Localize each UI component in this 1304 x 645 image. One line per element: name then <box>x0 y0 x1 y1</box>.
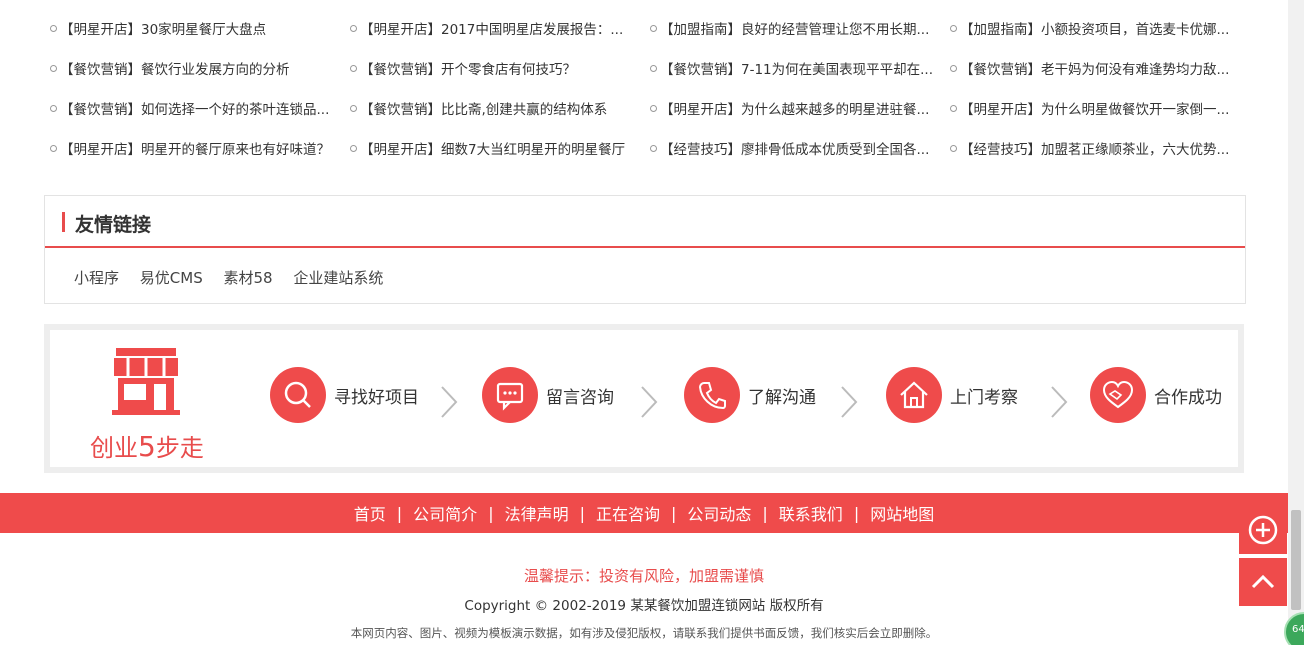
news-link[interactable]: 【明星开店】细数7大当红明星开的明星餐厅 <box>350 138 640 160</box>
news-link[interactable]: 【加盟指南】良好的经营管理让您不用长期... <box>650 18 940 40</box>
news-link[interactable]: 【明星开店】为什么越来越多的明星进驻餐... <box>650 98 940 120</box>
speed-badge[interactable]: 64 <box>1284 612 1304 645</box>
chevron-right-icon <box>441 386 458 418</box>
footer-link-legal[interactable]: 法律声明 <box>494 501 580 525</box>
friend-link[interactable]: 企业建站系统 <box>293 269 383 287</box>
float-add-button[interactable] <box>1239 506 1287 554</box>
friend-link[interactable]: 素材58 <box>224 269 273 287</box>
news-link[interactable]: 【餐饮营销】如何选择一个好的茶叶连锁品... <box>50 98 340 120</box>
news-row: 【餐饮营销】餐饮行业发展方向的分析 【餐饮营销】开个零食店有何技巧？ 【餐饮营销… <box>50 44 1240 84</box>
brand-suffix: 步走 <box>155 434 204 462</box>
handshake-icon <box>1090 367 1146 423</box>
disclaimer-text: 本网页内容、图片、视频为模板演示数据，如有涉及侵犯版权，请联系我们提供书面反馈，… <box>350 626 938 640</box>
back-to-top-button[interactable] <box>1239 558 1287 606</box>
news-row: 【餐饮营销】如何选择一个好的茶叶连锁品... 【餐饮营销】比比斋,创建共赢的结构… <box>50 84 1240 124</box>
brand-prefix: 创业 <box>90 434 138 462</box>
step-label: 留言咨询 <box>546 388 614 408</box>
news-link[interactable]: 【餐饮营销】比比斋,创建共赢的结构体系 <box>350 98 640 120</box>
footer-link-home[interactable]: 首页 <box>343 501 397 525</box>
news-row: 【明星开店】明星开的餐厅原来也有好味道？ 【明星开店】细数7大当红明星开的明星餐… <box>50 124 1240 164</box>
shop-icon <box>112 348 180 415</box>
news-row: 【明星开店】30家明星餐厅大盘点 【明星开店】2017中国明星店发展报告：...… <box>50 4 1240 44</box>
news-link[interactable]: 【餐饮营销】开个零食店有何技巧？ <box>350 58 640 80</box>
news-link[interactable]: 【餐饮营销】老干妈为何没有难逢势均力敌... <box>950 58 1240 80</box>
footer-link-news[interactable]: 公司动态 <box>676 501 762 525</box>
startup-steps-panel: 创业5步走 寻找好项目 留言咨询 了解沟通 上门考察 合作成功 <box>44 324 1244 473</box>
step-label: 了解沟通 <box>748 388 816 408</box>
news-link[interactable]: 【明星开店】30家明星餐厅大盘点 <box>50 18 340 40</box>
phone-icon <box>684 367 740 423</box>
friend-links-title: 友情链接 <box>75 214 152 236</box>
scrollbar-thumb[interactable] <box>1291 510 1301 610</box>
steps-brand-title: 创业5步走 <box>90 428 204 463</box>
brand-number: 5 <box>138 430 156 463</box>
news-link[interactable]: 【加盟指南】小额投资项目，首选麦卡优娜... <box>950 18 1240 40</box>
footer-link-sitemap[interactable]: 网站地图 <box>859 501 945 525</box>
risk-tip: 温馨提示：投资有风险，加盟需谨慎 <box>523 567 764 585</box>
news-link[interactable]: 【明星开店】明星开的餐厅原来也有好味道？ <box>50 138 340 160</box>
news-link[interactable]: 【明星开店】2017中国明星店发展报告：... <box>350 18 640 40</box>
footer-nav: 首页 | 公司简介 | 法律声明 | 正在咨询 | 公司动态 | 联系我们 | 网站地图 <box>0 493 1288 533</box>
chevron-right-icon <box>1051 386 1068 418</box>
page-scrollbar[interactable] <box>1288 0 1304 645</box>
chevron-right-icon <box>641 386 658 418</box>
step-label: 上门考察 <box>950 388 1018 408</box>
step-label: 合作成功 <box>1154 388 1222 408</box>
news-link[interactable]: 【明星开店】为什么明星做餐饮开一家倒一... <box>950 98 1240 120</box>
chevron-up-icon <box>1251 574 1275 589</box>
step-label: 寻找好项目 <box>334 388 419 408</box>
friend-link[interactable]: 易优CMS <box>140 269 203 287</box>
news-link[interactable]: 【餐饮营销】7-11为何在美国表现平平却在... <box>650 58 940 80</box>
friend-links-header: 友情链接 <box>45 196 1245 248</box>
friend-link[interactable]: 小程序 <box>74 269 119 287</box>
footer-link-about[interactable]: 公司简介 <box>402 501 488 525</box>
news-link[interactable]: 【经营技巧】加盟茗正缘顺茶业，六大优势... <box>950 138 1240 160</box>
news-link[interactable]: 【餐饮营销】餐饮行业发展方向的分析 <box>50 58 340 80</box>
footer-link-consulting[interactable]: 正在咨询 <box>585 501 671 525</box>
plus-circle-icon <box>1248 515 1278 545</box>
title-accent-bar <box>62 212 65 232</box>
friend-links-list: 小程序 易优CMS 素材58 企业建站系统 <box>74 267 399 288</box>
message-icon <box>482 367 538 423</box>
copyright-text: Copyright © 2002-2019 某某餐饮加盟连锁网站 版权所有 <box>464 598 824 614</box>
news-link[interactable]: 【经营技巧】廖排骨低成本优质受到全国各... <box>650 138 940 160</box>
friend-links-panel: 友情链接 小程序 易优CMS 素材58 企业建站系统 <box>44 195 1246 304</box>
search-icon <box>270 367 326 423</box>
home-icon <box>886 367 942 423</box>
footer-link-contact[interactable]: 联系我们 <box>768 501 854 525</box>
chevron-right-icon <box>841 386 858 418</box>
